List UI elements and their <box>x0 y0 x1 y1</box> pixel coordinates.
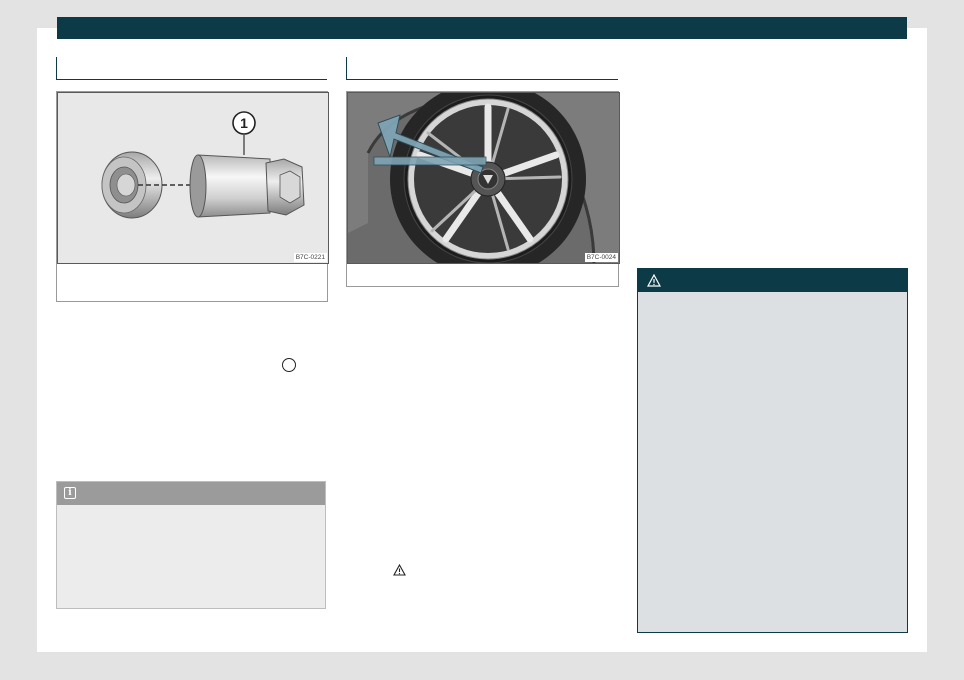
header-bar <box>57 17 907 39</box>
svg-text:1: 1 <box>240 115 248 131</box>
callout-marker <box>282 358 296 372</box>
figure-code: B7C-0221 <box>293 253 327 262</box>
warning-triangle-icon <box>647 274 661 287</box>
note-header: i <box>57 482 325 505</box>
figure-wheel-center-cap: B7C-0024 <box>346 91 620 287</box>
section-heading-left <box>56 57 327 80</box>
warning-box <box>637 268 908 633</box>
warning-header <box>638 269 907 292</box>
section-heading-middle <box>346 57 618 80</box>
warning-triangle-icon <box>393 564 406 576</box>
note-box: i <box>56 481 326 609</box>
adapter-drawing: 1 <box>101 111 305 219</box>
figure-code: B7C-0024 <box>584 253 618 262</box>
info-icon: i <box>64 487 76 499</box>
wheel-illustration: B7C-0024 <box>347 92 620 264</box>
adapter-illustration: 1 B7C-0221 <box>57 92 329 264</box>
wheel-drawing <box>348 93 619 263</box>
figure-anti-theft-adapter: 1 B7C-0221 <box>56 91 329 302</box>
